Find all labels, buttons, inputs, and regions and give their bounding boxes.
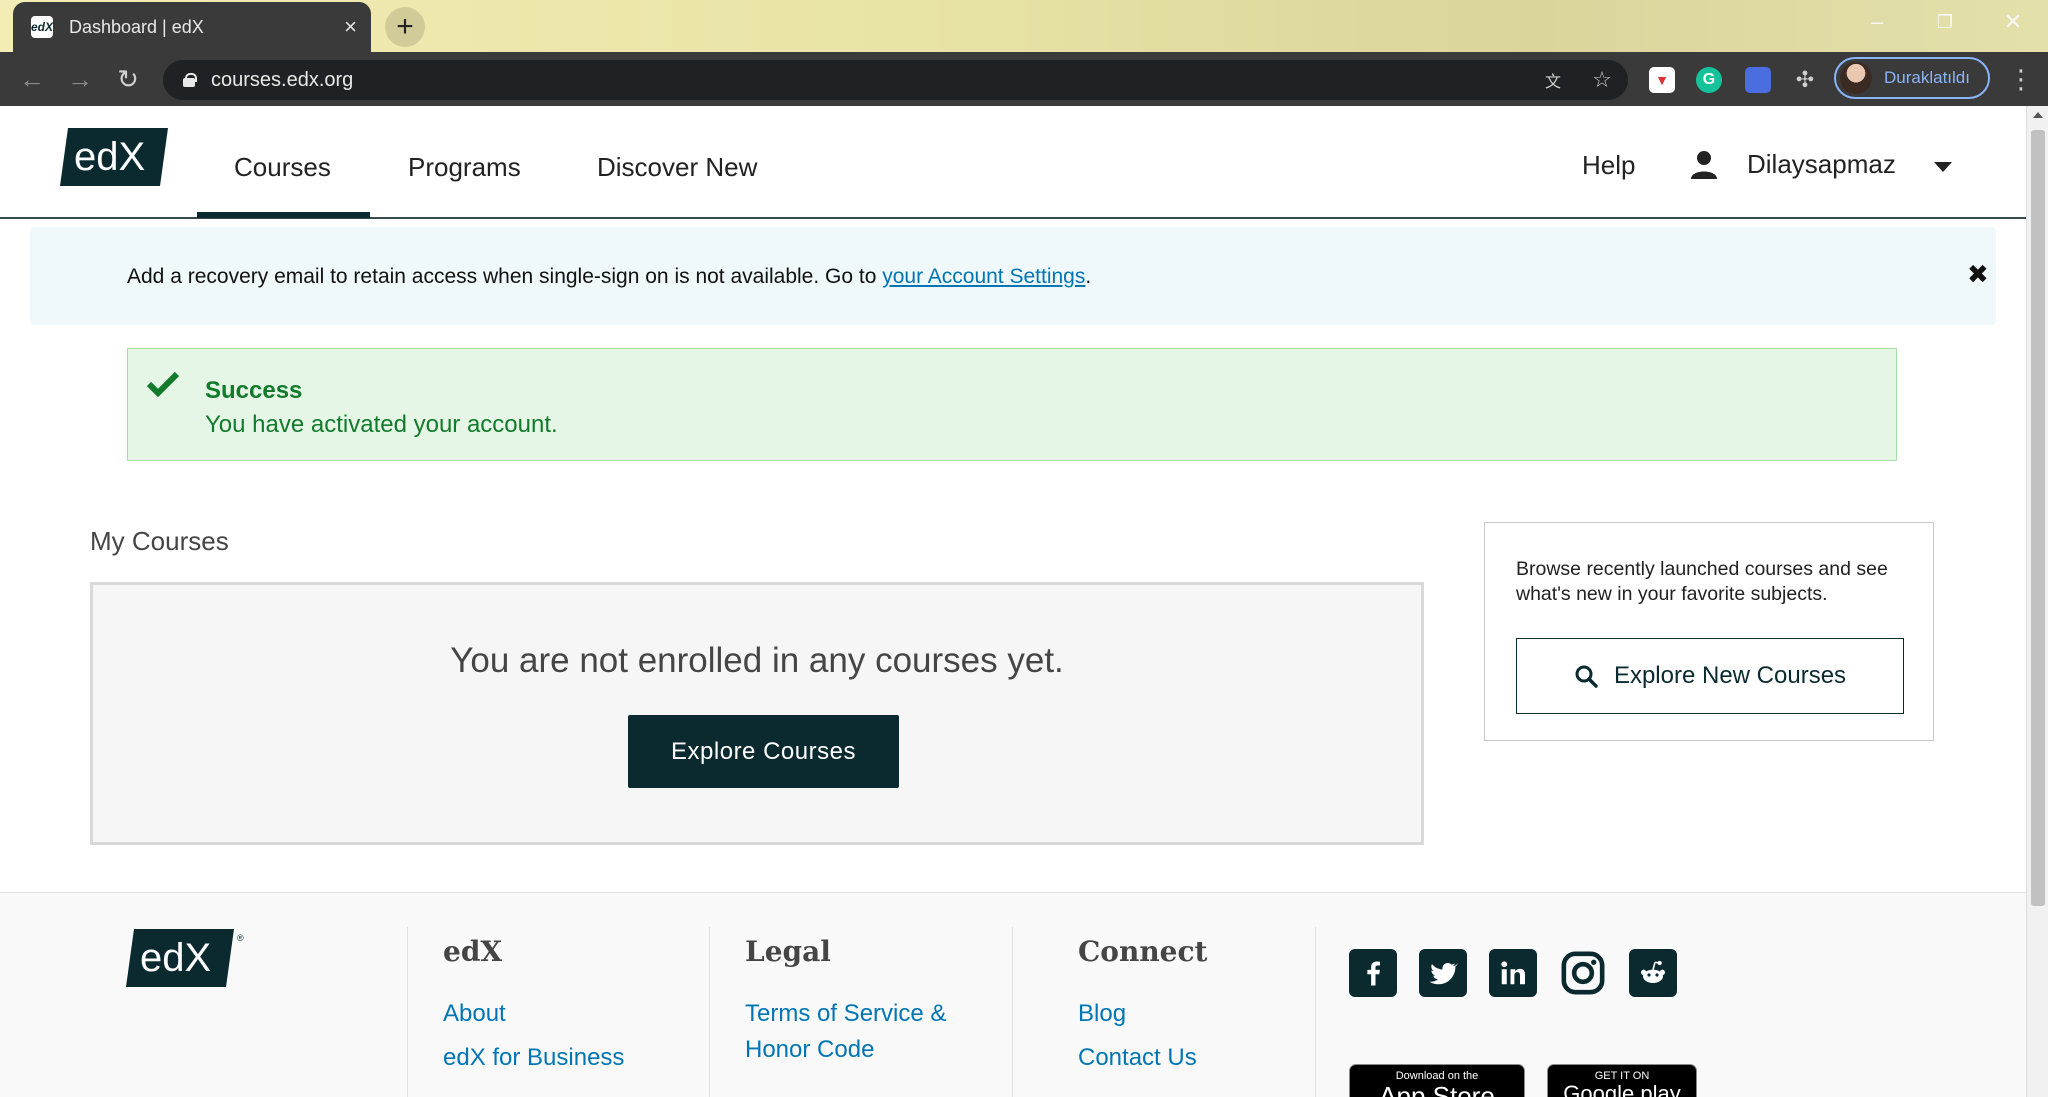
browser-toolbar: ← → ↻ courses.edx.org 文 ☆ ▼ G ✣ Duraklat… (0, 52, 2048, 106)
logo-text: edX (74, 135, 145, 179)
footer-logo-text: edX (140, 936, 211, 980)
twitter-icon[interactable] (1419, 949, 1467, 997)
pocket-extension-icon[interactable]: ▼ (1649, 67, 1675, 93)
browser-tab-bar: edX Dashboard | edX × + – ❐ ✕ (0, 0, 2048, 52)
footer-link-honor-code[interactable]: Honor Code (745, 1032, 874, 1068)
registered-mark: ® (237, 933, 244, 943)
facebook-icon[interactable] (1349, 949, 1397, 997)
user-icon[interactable] (1690, 150, 1718, 180)
footer-heading-legal: Legal (745, 935, 831, 968)
reddit-icon[interactable] (1629, 949, 1677, 997)
grammarly-extension-icon[interactable]: G (1696, 67, 1722, 93)
footer-divider (407, 927, 408, 1097)
page: edX Courses Programs Discover New Help D… (0, 106, 2026, 1097)
tab-close-icon[interactable]: × (344, 16, 357, 38)
edx-logo[interactable]: edX (60, 126, 168, 188)
nav-active-indicator (197, 212, 370, 218)
extensions-puzzle-icon[interactable]: ✣ (1792, 67, 1818, 93)
app-store-badge[interactable]: Download on the App Store (1349, 1064, 1525, 1097)
explore-new-text: Browse recently launched courses and see… (1516, 558, 1888, 605)
url-text: courses.edx.org (211, 68, 354, 91)
footer-heading-edx: edX (443, 935, 503, 968)
back-icon[interactable]: ← (14, 61, 50, 97)
address-bar[interactable]: courses.edx.org 文 ☆ (163, 60, 1628, 100)
nav-discover-new[interactable]: Discover New (597, 152, 757, 183)
footer-heading-connect: Connect (1078, 935, 1208, 968)
nav-courses[interactable]: Courses (234, 152, 331, 183)
scroll-up-icon[interactable] (2033, 112, 2043, 118)
success-title: Success (205, 377, 303, 404)
edx-favicon-icon: edX (31, 16, 53, 38)
avatar (1840, 62, 1872, 94)
search-icon (1575, 665, 1598, 688)
help-link[interactable]: Help (1582, 150, 1635, 181)
footer-edx-logo[interactable]: edX ® (126, 927, 248, 991)
footer-divider (709, 927, 710, 1097)
minimize-icon[interactable]: – (1852, 6, 1902, 38)
tab-title: Dashboard | edX (69, 16, 204, 37)
success-message: You have activated your account. (205, 411, 558, 438)
close-icon[interactable]: ✖ (1967, 259, 1989, 290)
new-tab-button[interactable]: + (385, 7, 425, 47)
success-alert: Success You have activated your account. (127, 348, 1897, 461)
my-courses-heading: My Courses (90, 526, 229, 556)
scrollbar-thumb[interactable] (2031, 130, 2045, 906)
chevron-down-icon[interactable] (1934, 162, 1952, 172)
bookmark-star-icon[interactable]: ☆ (1590, 67, 1614, 92)
extension-icon[interactable] (1745, 67, 1771, 93)
footer-link-contact-us[interactable]: Contact Us (1078, 1040, 1197, 1076)
page-scrollbar[interactable] (2026, 106, 2048, 1097)
restore-icon[interactable]: ❐ (1920, 6, 1970, 38)
lock-icon (183, 73, 197, 87)
explore-new-courses-button[interactable]: Explore New Courses (1516, 638, 1904, 714)
explore-new-courses-label: Explore New Courses (1613, 662, 1847, 689)
profile-status: Duraklatıldı (1884, 68, 1970, 87)
username-menu[interactable]: Dilaysapmaz (1747, 149, 1896, 180)
translate-icon[interactable]: 文 (1541, 68, 1565, 92)
footer-link-blog[interactable]: Blog (1078, 996, 1126, 1032)
profile-button[interactable]: Duraklatıldı (1834, 57, 1990, 99)
footer-link-about[interactable]: About (443, 996, 506, 1032)
site-footer: edX ® edX About edX for Business Legal T… (0, 892, 2026, 1097)
footer-divider (1315, 927, 1316, 1097)
explore-courses-button[interactable]: Explore Courses (628, 715, 899, 788)
recovery-email-notice: Add a recovery email to retain access wh… (30, 227, 1996, 325)
reload-icon[interactable]: ↻ (110, 61, 146, 97)
site-header: edX Courses Programs Discover New Help D… (0, 106, 2026, 219)
linkedin-icon[interactable] (1489, 949, 1537, 997)
browser-tab[interactable]: edX Dashboard | edX × (13, 2, 371, 52)
account-settings-link[interactable]: your Account Settings (882, 265, 1085, 288)
browser-menu-icon[interactable]: ⋮ (2008, 64, 2034, 94)
empty-courses-text: You are not enrolled in any courses yet. (450, 641, 1064, 680)
notice-text: Add a recovery email to retain access wh… (127, 265, 1092, 288)
footer-link-terms[interactable]: Terms of Service & (745, 996, 946, 1032)
explore-new-panel: Browse recently launched courses and see… (1484, 522, 1934, 741)
empty-courses-panel: You are not enrolled in any courses yet.… (90, 582, 1424, 845)
footer-divider (1012, 927, 1013, 1097)
instagram-icon[interactable] (1559, 949, 1607, 997)
nav-programs[interactable]: Programs (408, 152, 521, 183)
footer-link-edx-for-business[interactable]: edX for Business (443, 1040, 624, 1076)
google-play-badge[interactable]: GET IT ON Google play (1547, 1064, 1697, 1097)
forward-icon[interactable]: → (62, 61, 98, 97)
window-close-icon[interactable]: ✕ (1988, 6, 2038, 38)
checkmark-icon (146, 371, 180, 397)
